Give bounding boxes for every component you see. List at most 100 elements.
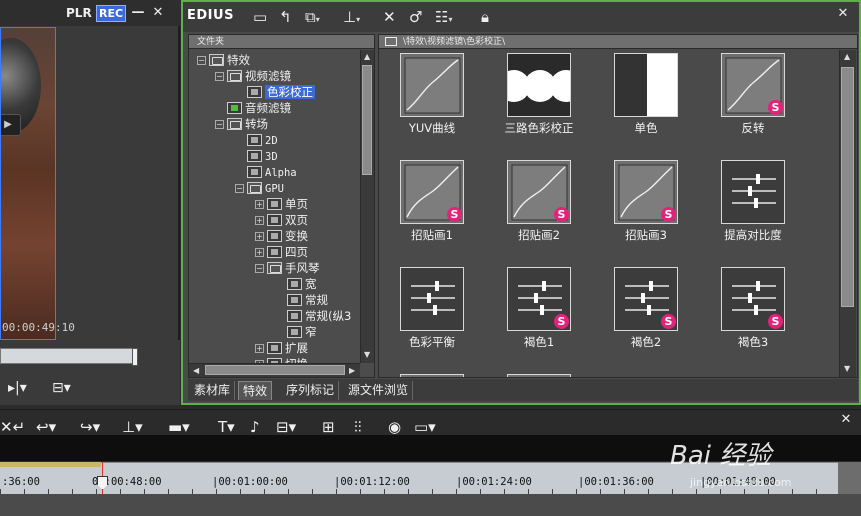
effect-thumbnail-partial[interactable] xyxy=(400,374,464,377)
expand-icon[interactable]: + xyxy=(255,200,264,209)
lock-icon[interactable]: 🔒︎ xyxy=(481,7,489,27)
effect-thumbnail-partial[interactable] xyxy=(507,374,571,377)
effect-thumbnail[interactable]: S xyxy=(507,160,571,224)
tree-node[interactable]: +切换 xyxy=(255,356,308,363)
expand-icon[interactable]: + xyxy=(255,216,264,225)
layout-icon[interactable]: ▭▾ xyxy=(414,418,436,436)
expand-icon[interactable]: + xyxy=(255,344,264,353)
effect-item[interactable]: S 褐色2 xyxy=(595,267,695,367)
player-scrub-handle[interactable] xyxy=(132,348,138,366)
tree-node[interactable]: + 单页 xyxy=(255,196,308,212)
tree-node[interactable]: − GPU xyxy=(235,180,284,196)
effect-item[interactable]: 三路色彩校正 xyxy=(488,53,588,153)
mark-in-icon[interactable]: ▸|▾ xyxy=(8,380,27,396)
collapse-icon[interactable]: − xyxy=(215,72,224,81)
timeline-track[interactable] xyxy=(0,494,861,516)
effect-item[interactable]: 提高对比度 xyxy=(702,160,802,260)
tree-node[interactable]: + 变换 xyxy=(255,228,308,244)
delete-icon[interactable]: ✕ xyxy=(383,7,396,27)
tree-node[interactable]: − 转场 xyxy=(215,116,268,132)
tree-node[interactable]: + 四页 xyxy=(255,244,308,260)
effect-thumbnail[interactable]: S xyxy=(400,160,464,224)
player-close-button[interactable]: ✕ xyxy=(150,5,166,21)
player-scrub-bar[interactable] xyxy=(0,348,138,364)
folder-open-icon[interactable]: ▭ xyxy=(253,7,267,27)
panel-tab[interactable]: 序列标记 xyxy=(282,381,340,400)
expand-icon[interactable]: + xyxy=(255,248,264,257)
effect-item[interactable]: S 褐色3 xyxy=(702,267,802,367)
effect-item[interactable]: S 招贴画2 xyxy=(488,160,588,260)
undo-icon[interactable]: ↩▾ xyxy=(36,418,56,436)
trim-icon[interactable]: ▬▾ xyxy=(168,418,190,436)
effect-thumbnail[interactable] xyxy=(507,53,571,117)
tree-node[interactable]: + 双页 xyxy=(255,212,308,228)
effect-item[interactable]: YUV曲线 xyxy=(381,53,481,153)
effect-item[interactable]: 色彩平衡 xyxy=(381,267,481,367)
mixer-icon[interactable]: ⫶⫶ xyxy=(354,418,362,436)
effect-item[interactable]: S 招贴画3 xyxy=(595,160,695,260)
view-mode-icon[interactable]: ☷▾ xyxy=(435,7,452,27)
scroll-left-arrow-icon[interactable]: ◀ xyxy=(193,366,199,375)
tree-node[interactable]: 音频滤镜 xyxy=(215,100,291,116)
effect-thumbnail[interactable] xyxy=(721,160,785,224)
panel-tab[interactable]: 素材库 xyxy=(190,381,236,400)
microphone-icon[interactable]: ♪ xyxy=(250,418,260,436)
scroll-down-arrow-icon[interactable]: ▼ xyxy=(364,350,370,359)
tree-node[interactable]: 2D xyxy=(235,132,278,148)
scroll-up-arrow-icon[interactable]: ▲ xyxy=(364,52,370,61)
effect-thumbnail[interactable]: S xyxy=(721,53,785,117)
collapse-icon[interactable]: − xyxy=(197,56,206,65)
tree-vertical-scroll-thumb[interactable] xyxy=(362,65,372,175)
effect-thumbnail[interactable] xyxy=(400,53,464,117)
effect-panel-close-button[interactable]: ✕ xyxy=(835,6,851,22)
split-icon[interactable]: ⊥▾ xyxy=(122,418,143,436)
tree-node[interactable]: − 视频滤镜 xyxy=(215,68,291,84)
effect-thumbnail[interactable] xyxy=(400,267,464,331)
tree-horizontal-scroll-thumb[interactable] xyxy=(205,365,345,375)
tree-node[interactable]: 色彩校正 xyxy=(235,84,315,100)
panel-tab[interactable]: 特效 xyxy=(238,381,273,400)
tree-node[interactable]: Alpha xyxy=(235,164,297,180)
ruler-end-scroll[interactable] xyxy=(838,462,861,494)
player-minimize-button[interactable]: — xyxy=(130,5,146,21)
tree-node[interactable]: 宽 xyxy=(275,276,317,292)
copy-icon[interactable]: ⧉▾ xyxy=(305,7,320,27)
up-folder-icon[interactable]: ↰ xyxy=(279,7,292,27)
collapse-icon[interactable]: − xyxy=(235,184,244,193)
effect-item[interactable]: 单色 xyxy=(595,53,695,153)
panel-tab[interactable]: 源文件浏览 xyxy=(344,381,414,400)
tree-node[interactable]: − 特效 xyxy=(197,52,250,68)
plr-mode-label[interactable]: PLR xyxy=(66,6,92,20)
tree-node[interactable]: 3D xyxy=(235,148,278,164)
collapse-icon[interactable]: − xyxy=(255,264,264,273)
effect-item[interactable]: S 褐色1 xyxy=(488,267,588,367)
tree-node[interactable]: + 扩展 xyxy=(255,340,308,356)
effect-item[interactable]: S 反转 xyxy=(702,53,802,153)
effect-thumbnail[interactable]: S xyxy=(614,267,678,331)
effect-item[interactable]: S 招贴画1 xyxy=(381,160,481,260)
grid-icon[interactable]: ⊞ xyxy=(322,418,335,436)
grid-vertical-scroll-thumb[interactable] xyxy=(841,67,854,307)
render-icon[interactable]: ⊟▾ xyxy=(276,418,296,436)
effect-thumbnail[interactable] xyxy=(614,53,678,117)
settings-icon[interactable]: ♂ xyxy=(409,7,422,27)
scroll-up-arrow-icon[interactable]: ▲ xyxy=(844,52,850,61)
mark-out-icon[interactable]: ⊟▾ xyxy=(52,380,71,396)
tree-node[interactable]: 窄 xyxy=(275,324,317,340)
rec-mode-label[interactable]: REC xyxy=(96,5,127,22)
tree-node[interactable]: 常规(纵3 xyxy=(275,308,351,324)
apply-effect-icon[interactable]: ⊥▾ xyxy=(343,7,360,27)
title-icon[interactable]: T▾ xyxy=(218,418,235,436)
tree-node[interactable]: − 手风琴 xyxy=(255,260,320,276)
tree-node[interactable]: 常规 xyxy=(275,292,328,308)
effect-thumbnail[interactable]: S xyxy=(507,267,571,331)
ripple-icon[interactable]: ✕↵ xyxy=(0,418,25,436)
scroll-down-arrow-icon[interactable]: ▼ xyxy=(844,364,850,373)
expand-icon[interactable]: + xyxy=(255,232,264,241)
redo-icon[interactable]: ↪▾ xyxy=(80,418,100,436)
scroll-right-arrow-icon[interactable]: ▶ xyxy=(349,366,355,375)
effect-thumbnail[interactable]: S xyxy=(721,267,785,331)
color-wheel-icon[interactable]: ◉ xyxy=(388,418,401,436)
timeline-close-button[interactable]: ✕ xyxy=(838,412,854,428)
collapse-icon[interactable]: − xyxy=(215,120,224,129)
